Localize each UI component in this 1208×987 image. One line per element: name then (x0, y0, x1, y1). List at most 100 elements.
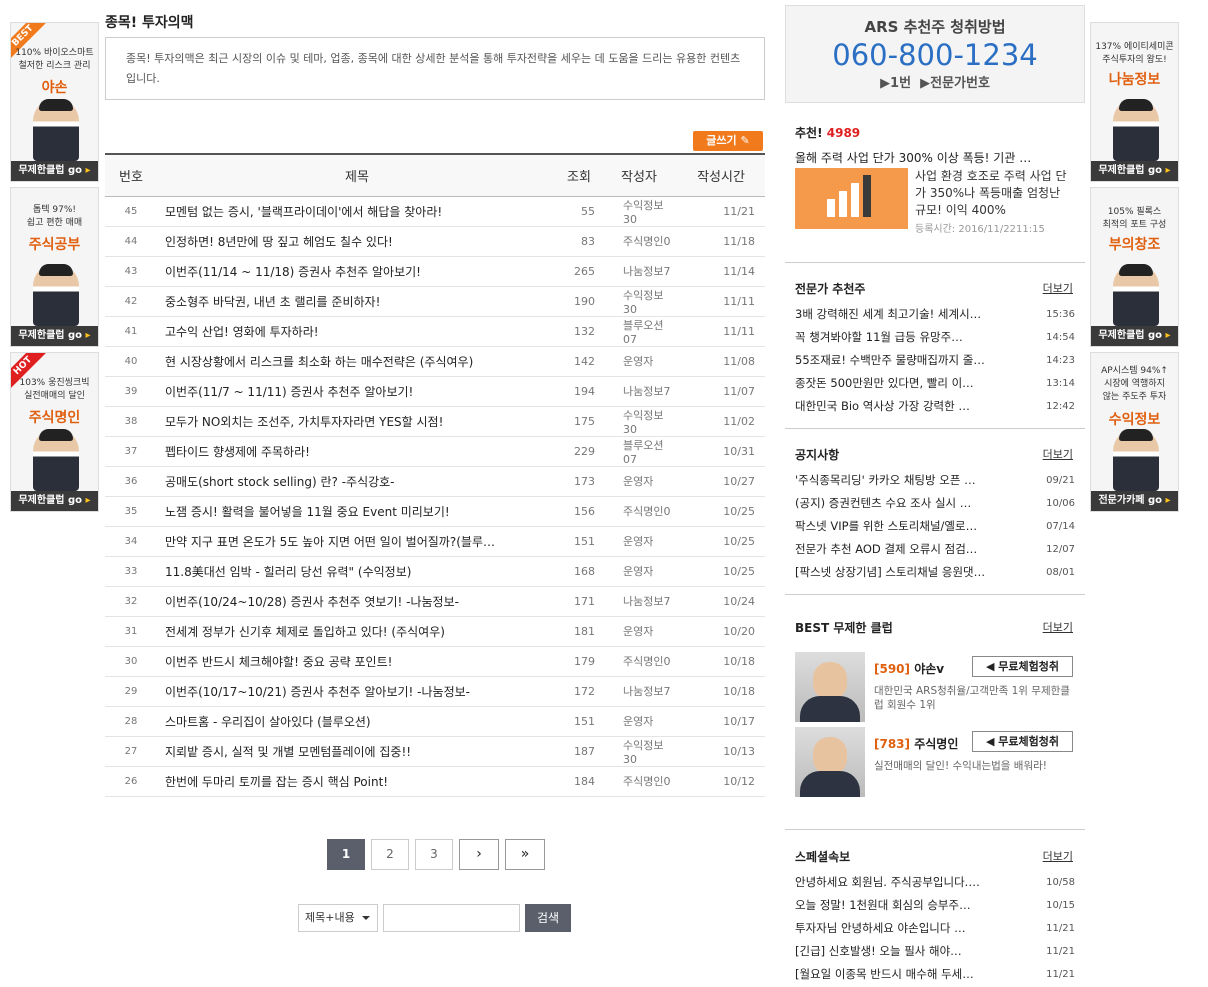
row-author: 수익정보30 (601, 736, 677, 767)
row-title[interactable]: 현 시장상황에서 리스크를 최소화 하는 매수전략은 (주식여우) (157, 346, 557, 377)
list-item[interactable]: 팍스넷 VIP를 위한 스토리채널/옐로… 07/14 (785, 515, 1085, 538)
row-title[interactable]: 만약 지구 표면 온도가 5도 높아 지면 어떤 일이 벌어질까?(블루… (157, 526, 557, 557)
table-row[interactable]: 28 스마트홈 - 우리집이 살아있다 (블루오션) 151 운영자 10/17 (105, 706, 765, 737)
row-title[interactable]: 이번주 반드시 체크해야할! 중요 공략 포인트! (157, 646, 557, 677)
row-title[interactable]: 전세계 정부가 신기후 체제로 돌입하고 있다! (주식여우) (157, 616, 557, 647)
list-item[interactable]: [팍스넷 상장기념] 스토리채널 응원댓… 08/01 (785, 561, 1085, 584)
table-row[interactable]: 39 이번주(11/7 ~ 11/11) 증권사 추천주 알아보기! 194 나눔정보… (105, 376, 765, 407)
list-item[interactable]: 오늘 정말! 1천원대 회심의 승부주… 10/15 (785, 894, 1085, 917)
row-title[interactable]: 모두가 NO외치는 조선주, 가치투자자라면 YES할 시점! (157, 406, 557, 437)
list-item[interactable]: 55조재료! 수백만주 물량매집까지 줄… 14:23 (785, 349, 1085, 372)
table-row[interactable]: 40 현 시장상황에서 리스크를 최소화 하는 매수전략은 (주식여우) 142 운영… (105, 346, 765, 377)
table-row[interactable]: 35 노잼 증시! 활력을 불어넣을 11월 중요 Event 미리보기! 156 주… (105, 496, 765, 527)
table-row[interactable]: 32 이번주(10/24~10/28) 증권사 추천주 엿보기! -나눔정보- 17… (105, 586, 765, 617)
row-date: 10/20 (677, 616, 765, 647)
row-title[interactable]: 이번주(10/17~10/21) 증권사 추천주 알아보기! -나눔정보- (157, 676, 557, 707)
recommend-box[interactable]: 추천! 4989 올해 주력 사업 단가 300% 이상 폭등! 기관 … 사업… (795, 124, 1080, 235)
row-title[interactable]: 고수익 산업! 영화에 투자하라! (157, 316, 557, 347)
row-title[interactable]: 공매도(short stock selling) 란? -주식강호- (157, 466, 557, 497)
row-title[interactable]: 펩타이드 향생제에 주목하라! (157, 436, 557, 467)
next-page-icon[interactable]: › (459, 839, 499, 870)
ad-go-button[interactable]: 무제한클럽 go ▸ (11, 161, 98, 181)
table-row[interactable]: 30 이번주 반드시 체크해야할! 중요 공략 포인트! 179 주식명인0 10/18 (105, 646, 765, 677)
table-row[interactable]: 34 만약 지구 표면 온도가 5도 높아 지면 어떤 일이 벌어질까?(블루… 1… (105, 526, 765, 557)
ad-expert-name: 주식공부 (28, 237, 81, 253)
list-item[interactable]: 안녕하세요 회원님. 주식공부입니다.… 10/58 (785, 871, 1085, 894)
row-title[interactable]: 이번주(11/14 ~ 11/18) 증권사 추천주 알아보기! (157, 256, 557, 287)
last-page-icon[interactable]: » (505, 839, 545, 870)
item-title: 55조재료! 수백만주 물량매집까지 줄… (795, 353, 985, 367)
list-item[interactable]: '주식종목리딩' 카카오 채팅방 오픈 … 09/21 (785, 469, 1085, 492)
row-title[interactable]: 중소형주 바닥권, 내년 초 랠리를 준비하자! (157, 286, 557, 317)
ad-go-button[interactable]: 무제한클럽 go ▸ (11, 326, 98, 346)
row-title[interactable]: 이번주(11/7 ~ 11/11) 증권사 추천주 알아보기! (157, 376, 557, 407)
recommend-headline[interactable]: 올해 주력 사업 단가 300% 이상 폭등! 기관 … (795, 149, 1070, 166)
list-item[interactable]: 3배 강력해진 세계 최고기술! 세계시… 15:36 (785, 303, 1085, 326)
item-date: 11/21 (1046, 969, 1075, 980)
row-title[interactable]: 스마트홈 - 우리집이 살아있다 (블루오션) (157, 706, 557, 737)
free-listen-button[interactable]: ◀︎ 무료체험청취 (972, 656, 1073, 677)
row-title[interactable]: 지뢰밭 증시, 실적 및 개별 모멘텀플레이에 집중!! (157, 736, 557, 767)
table-row[interactable]: 37 펩타이드 향생제에 주목하라! 229 블루오션07 10/31 (105, 436, 765, 467)
row-date: 10/18 (677, 646, 765, 677)
best-club-item[interactable]: [590] 야손v ◀︎ 무료체험청취 대한민국 ARS청취율/고객만족 1위 … (795, 652, 1080, 722)
search-button[interactable]: 검색 (525, 904, 571, 932)
table-row[interactable]: 42 중소형주 바닥권, 내년 초 랠리를 준비하자! 190 수익정보30 11/11 (105, 286, 765, 317)
list-item[interactable]: 대한민국 Bio 역사상 가장 강력한 … 12:42 (785, 395, 1085, 418)
table-row[interactable]: 27 지뢰밭 증시, 실적 및 개별 모멘텀플레이에 집중!! 187 수익정보30 1… (105, 736, 765, 767)
more-link[interactable]: 더보기 (1043, 280, 1073, 296)
table-row[interactable]: 31 전세계 정부가 신기후 체제로 돌입하고 있다! (주식여우) 181 운영자 1… (105, 616, 765, 647)
item-date: 10/15 (1046, 900, 1075, 911)
list-item[interactable]: 종잣돈 500만원만 있다면, 빨리 이… 13:14 (785, 372, 1085, 395)
ad-go-button[interactable]: 무제한클럽 go ▸ (11, 491, 98, 511)
search-type-select[interactable]: 제목+내용 (298, 904, 378, 932)
more-link[interactable]: 더보기 (1043, 446, 1073, 462)
right-ad-2[interactable]: 105% 필록스 최적의 포트 구성 부의창조 무제한클럽 go ▸ (1090, 187, 1179, 347)
left-ad-3[interactable]: HOT 103% 웅진씽크빅 실전매매의 달인 주식명인 무제한클럽 go ▸ (10, 352, 99, 512)
right-ad-1[interactable]: 137% 에이티세미콘 주식투자의 왕도! 나눔정보 무제한클럽 go ▸ (1090, 22, 1179, 182)
list-item[interactable]: (공지) 증권컨텐츠 수요 조사 실시 … 10/06 (785, 492, 1085, 515)
table-row[interactable]: 41 고수익 산업! 영화에 투자하라! 132 블루오션07 11/11 (105, 316, 765, 347)
left-ad-2[interactable]: 톱텍 97%! 쉽고 편한 매매 주식공부 무제한클럽 go ▸ (10, 187, 99, 347)
ad-go-button[interactable]: 전문가카페 go ▸ (1091, 491, 1178, 511)
chart-thumbnail (795, 168, 908, 229)
table-row[interactable]: 33 11.8美대선 임박 - 힐러리 당선 유력" (수익정보) 168 운영자 10… (105, 556, 765, 587)
page-3[interactable]: 3 (415, 839, 453, 870)
table-row[interactable]: 45 모멘텀 없는 증시, '블랙프라이데이'에서 해답을 찾아라! 55 수익정보3… (105, 196, 765, 227)
left-ad-1[interactable]: BEST 110% 바이오스마트 철저한 리스크 관리 야손 무제한클럽 go … (10, 22, 99, 182)
table-row[interactable]: 43 이번주(11/14 ~ 11/18) 증권사 추천주 알아보기! 265 나눔정… (105, 256, 765, 287)
ad-go-button[interactable]: 무제한클럽 go ▸ (1091, 161, 1178, 181)
more-link[interactable]: 더보기 (1043, 848, 1073, 864)
search-input[interactable] (383, 904, 520, 932)
list-item[interactable]: 꼭 챙겨봐야할 11월 급등 유망주… 14:54 (785, 326, 1085, 349)
row-author: 운영자 (601, 346, 677, 377)
item-date: 12:42 (1046, 401, 1075, 412)
ad-go-button[interactable]: 무제한클럽 go ▸ (1091, 326, 1178, 346)
row-title[interactable]: 인정하면! 8년만에 땅 짚고 헤엄도 칠수 있다! (157, 226, 557, 257)
row-author: 주식명인0 (601, 646, 677, 677)
best-club-item[interactable]: [783] 주식명인 ◀︎ 무료체험청취 실전매매의 달인! 수익내는법을 배워… (795, 727, 1080, 797)
free-listen-button[interactable]: ◀︎ 무료체험청취 (972, 731, 1073, 752)
row-title[interactable]: 노잼 증시! 활력을 불어넣을 11월 중요 Event 미리보기! (157, 496, 557, 527)
row-title[interactable]: 11.8美대선 임박 - 힐러리 당선 유력" (수익정보) (157, 556, 557, 587)
write-button[interactable]: 글쓰기 ✎ (693, 131, 763, 151)
row-title[interactable]: 이번주(10/24~10/28) 증권사 추천주 엿보기! -나눔정보- (157, 586, 557, 617)
table-row[interactable]: 44 인정하면! 8년만에 땅 짚고 헤엄도 칠수 있다! 83 주식명인0 11/18 (105, 226, 765, 257)
page-1[interactable]: 1 (327, 839, 365, 870)
row-title[interactable]: 한번에 두마리 토끼를 잡는 증시 핵심 Point! (157, 766, 557, 797)
row-views: 171 (557, 586, 601, 617)
table-row[interactable]: 26 한번에 두마리 토끼를 잡는 증시 핵심 Point! 184 주식명인0 10/… (105, 766, 765, 797)
table-row[interactable]: 29 이번주(10/17~10/21) 증권사 추천주 알아보기! -나눔정보- 1… (105, 676, 765, 707)
list-item[interactable]: [월요일 이종목 반드시 매수해 두세… 11/21 (785, 963, 1085, 986)
ad-expert-name: 수익정보 (1108, 412, 1161, 428)
row-title[interactable]: 모멘텀 없는 증시, '블랙프라이데이'에서 해답을 찾아라! (157, 196, 557, 227)
list-item[interactable]: 투자자님 안녕하세요 야손입니다 … 11/21 (785, 917, 1085, 940)
table-row[interactable]: 38 모두가 NO외치는 조선주, 가치투자자라면 YES할 시점! 175 수익정보… (105, 406, 765, 437)
row-author: 수익정보30 (601, 286, 677, 317)
more-link[interactable]: 더보기 (1043, 619, 1073, 635)
list-item[interactable]: 전문가 추천 AOD 결제 오류시 점검… 12/07 (785, 538, 1085, 561)
page-2[interactable]: 2 (371, 839, 409, 870)
right-ad-3[interactable]: AP시스템 94%↑ 시장에 역행하지 않는 주도주 투자 수익정보 전문가카페… (1090, 352, 1179, 512)
list-item[interactable]: [긴급] 신호발생! 오늘 필사 해야… 11/21 (785, 940, 1085, 963)
table-row[interactable]: 36 공매도(short stock selling) 란? -주식강호- 173 운… (105, 466, 765, 497)
